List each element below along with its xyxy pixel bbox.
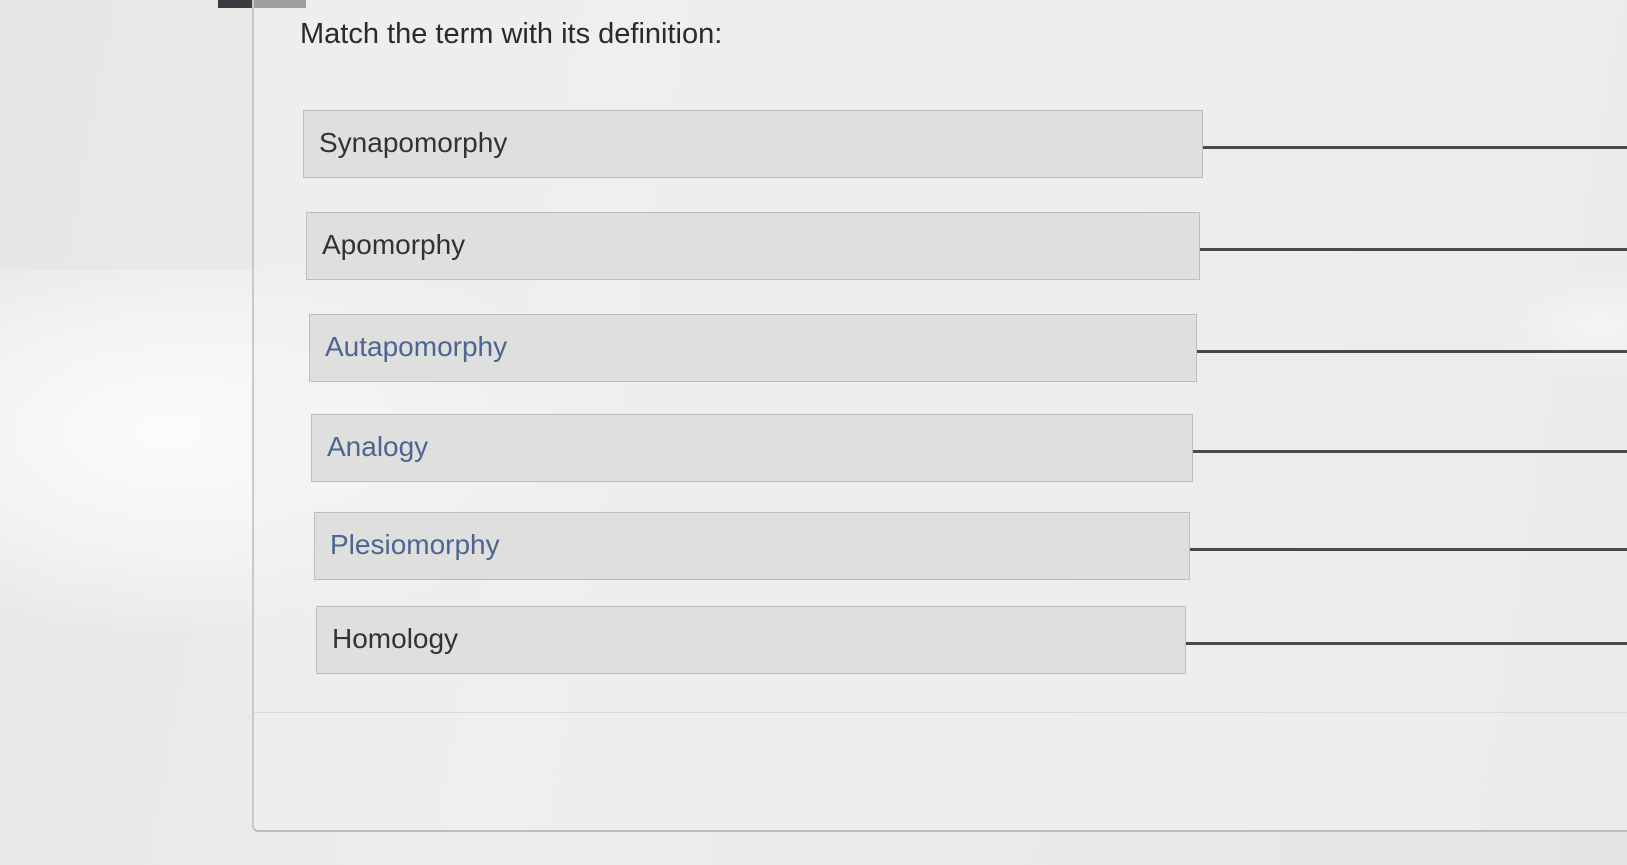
term-box-synapomorphy[interactable]: Synapomorphy	[303, 110, 1203, 178]
term-label: Analogy	[327, 431, 429, 462]
term-box-apomorphy[interactable]: Apomorphy	[306, 212, 1200, 280]
term-label: Apomorphy	[322, 229, 466, 260]
term-box-homology[interactable]: Homology	[316, 606, 1186, 674]
term-box-autapomorphy[interactable]: Autapomorphy	[309, 314, 1197, 382]
term-label: Synapomorphy	[319, 127, 508, 158]
answer-blank-1[interactable]	[1203, 146, 1627, 149]
answer-blank-3[interactable]	[1197, 350, 1627, 353]
question-prompt: Match the term with its definition:	[300, 18, 723, 50]
answer-blank-6[interactable]	[1186, 642, 1627, 645]
term-box-analogy[interactable]: Analogy	[311, 414, 1193, 482]
term-box-plesiomorphy[interactable]: Plesiomorphy	[314, 512, 1190, 580]
answer-blank-2[interactable]	[1200, 248, 1627, 251]
answer-blank-4[interactable]	[1193, 450, 1627, 453]
term-label: Plesiomorphy	[330, 529, 500, 560]
term-label: Homology	[332, 623, 459, 654]
answer-blank-5[interactable]	[1190, 548, 1627, 551]
term-label: Autapomorphy	[325, 331, 508, 362]
panel-divider	[254, 712, 1627, 713]
